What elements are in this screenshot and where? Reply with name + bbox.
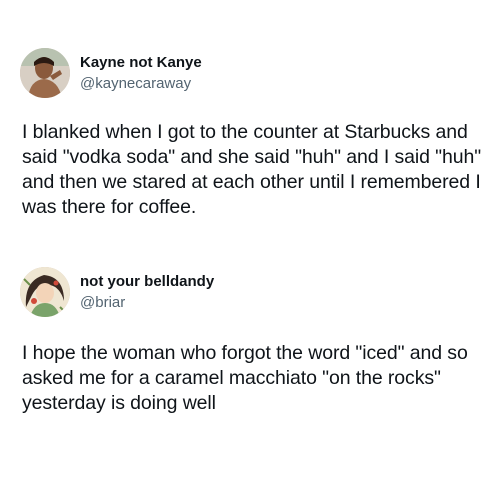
profile-photo-avatar-icon[interactable] (20, 48, 70, 98)
illustrated-character-avatar-graphic (20, 267, 70, 317)
display-name[interactable]: Kayne not Kanye (80, 54, 202, 71)
user-handle[interactable]: @kaynecaraway (80, 75, 191, 92)
tweet-text: I blanked when I got to the counter at S… (22, 121, 482, 218)
profile-photo-avatar-graphic (20, 48, 70, 98)
display-name[interactable]: not your belldandy (80, 273, 214, 290)
user-handle[interactable]: @briar (80, 294, 125, 311)
tweet-text: I hope the woman who forgot the word "ic… (22, 342, 468, 414)
illustrated-character-avatar-icon[interactable] (20, 267, 70, 317)
